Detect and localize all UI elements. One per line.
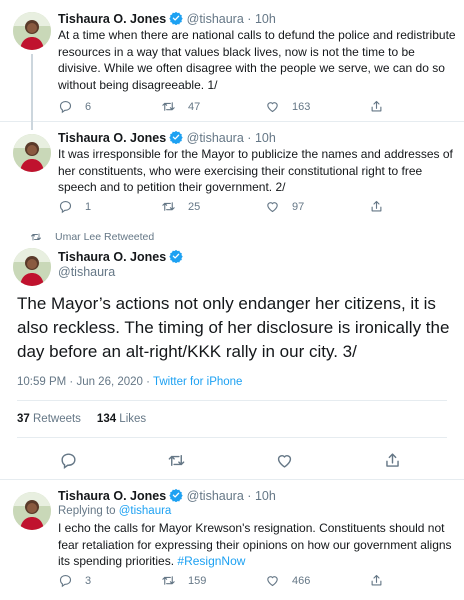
user-name[interactable]: Tishaura O. Jones	[58, 489, 166, 503]
replying-to-handle[interactable]: @tishaura	[119, 505, 172, 517]
tweet-time[interactable]: 10h	[255, 489, 276, 503]
separator: ·	[247, 131, 252, 145]
retweet-icon	[30, 231, 42, 243]
tweet-timestamp[interactable]: 10:59 PM · Jun 26, 2020 ·	[17, 376, 153, 388]
reply-icon	[58, 573, 73, 588]
tweet-time[interactable]: 10h	[255, 131, 276, 145]
like-icon	[265, 99, 280, 114]
main-tweet-actions	[17, 451, 447, 471]
separator: ·	[247, 489, 252, 503]
retweets-count: 37	[17, 413, 30, 425]
divider	[17, 400, 447, 401]
tweet-actions: 3 159 466	[58, 573, 398, 589]
retweet-count: 25	[188, 200, 201, 213]
likes-label: Likes	[116, 413, 147, 425]
like-button[interactable]: 163	[265, 99, 310, 114]
hashtag-link[interactable]: #ResignNow	[177, 554, 245, 568]
tweet-time[interactable]: 10h	[255, 12, 276, 26]
retweeted-by-label: Umar Lee Retweeted	[55, 231, 155, 243]
main-tweet-text: The Mayor’s actions not only endanger he…	[17, 294, 450, 361]
tweet-header: Tishaura O. Jones @tishaura · 10h	[58, 130, 276, 145]
tweet-text-body: I echo the calls for Mayor Krewson's res…	[58, 521, 452, 568]
like-count: 466	[292, 574, 311, 587]
replying-to: Replying to @tishaura	[58, 505, 171, 517]
retweet-button[interactable]: 159	[161, 573, 206, 588]
share-icon[interactable]	[383, 451, 402, 470]
like-button[interactable]: 466	[265, 573, 310, 588]
reply-icon	[58, 99, 73, 114]
reply-count: 1	[85, 200, 92, 213]
user-name[interactable]: Tishaura O. Jones	[58, 250, 166, 264]
separator: ·	[247, 12, 252, 26]
reply-count: 3	[85, 574, 92, 587]
share-button[interactable]	[369, 199, 384, 214]
retweet-button[interactable]: 47	[161, 99, 200, 114]
tweet-header: Tishaura O. Jones @tishaura · 10h	[58, 11, 276, 26]
likes-count: 134	[96, 413, 117, 425]
tweet-text: It was irresponsible for the Mayor to pu…	[58, 147, 453, 194]
retweet-icon	[161, 99, 176, 114]
like-icon[interactable]	[275, 451, 294, 470]
user-name[interactable]: Tishaura O. Jones	[58, 131, 166, 145]
like-count: 163	[292, 100, 311, 113]
reply-icon[interactable]	[59, 451, 78, 470]
user-handle[interactable]: @tishaura	[58, 265, 115, 279]
share-icon	[369, 199, 384, 214]
like-count: 97	[292, 200, 305, 213]
verified-badge-icon	[169, 249, 183, 263]
verified-badge-icon	[169, 130, 183, 144]
retweet-icon[interactable]	[167, 451, 186, 470]
share-button[interactable]	[369, 573, 384, 588]
thread-line	[31, 54, 33, 122]
main-tweet-name: Tishaura O. Jones	[58, 249, 183, 264]
reply-button[interactable]: 6	[58, 99, 91, 114]
tweet-text: At a time when there are national calls …	[58, 28, 456, 92]
reply-button[interactable]: 1	[58, 199, 91, 214]
reply-count: 6	[85, 100, 92, 113]
retweet-button[interactable]: 25	[161, 199, 200, 214]
like-icon	[265, 199, 280, 214]
verified-badge-icon	[169, 488, 183, 502]
verified-badge-icon	[169, 11, 183, 25]
avatar[interactable]	[13, 12, 51, 50]
like-icon	[265, 573, 280, 588]
share-button[interactable]	[369, 99, 384, 114]
avatar[interactable]	[13, 492, 51, 530]
user-name[interactable]: Tishaura O. Jones	[58, 12, 166, 26]
tweet-text: I echo the calls for Mayor Krewson's res…	[58, 520, 456, 570]
tweet-meta: 10:59 PM · Jun 26, 2020 · Twitter for iP…	[17, 376, 242, 388]
tweet-source-link[interactable]: Twitter for iPhone	[153, 376, 242, 388]
engagement-stats: 37 Retweets 134 Likes	[17, 413, 146, 425]
reply-button[interactable]: 3	[58, 573, 91, 588]
likes-stat[interactable]: 134 Likes	[97, 413, 146, 425]
share-icon	[369, 99, 384, 114]
retweet-count: 159	[188, 574, 207, 587]
main-tweet-handle: @tishaura	[58, 265, 115, 279]
replying-to-prefix: Replying to	[58, 505, 119, 517]
share-icon	[369, 573, 384, 588]
retweet-icon	[161, 199, 176, 214]
divider	[17, 437, 447, 438]
retweet-icon	[161, 573, 176, 588]
retweets-stat[interactable]: 37 Retweets	[17, 413, 81, 425]
like-button[interactable]: 97	[265, 199, 304, 214]
tweet-1[interactable]: Tishaura O. Jones @tishaura · 10h At a t…	[0, 0, 464, 122]
tweet-2[interactable]: Tishaura O. Jones @tishaura · 10h It was…	[0, 122, 464, 222]
reply-icon	[58, 199, 73, 214]
tweet-actions: 1 25 97	[58, 199, 398, 215]
user-handle[interactable]: @tishaura	[187, 131, 244, 145]
retweet-count: 47	[188, 100, 201, 113]
tweet-actions: 6 47 163	[58, 99, 398, 115]
user-handle[interactable]: @tishaura	[187, 12, 244, 26]
tweet-header: Tishaura O. Jones @tishaura · 10h	[58, 488, 276, 503]
retweets-label: Retweets	[29, 413, 81, 425]
avatar[interactable]	[13, 134, 51, 172]
thread-line	[31, 122, 33, 130]
retweeted-by[interactable]: Umar Lee Retweeted	[58, 231, 154, 243]
avatar[interactable]	[13, 248, 51, 286]
user-handle[interactable]: @tishaura	[187, 489, 244, 503]
